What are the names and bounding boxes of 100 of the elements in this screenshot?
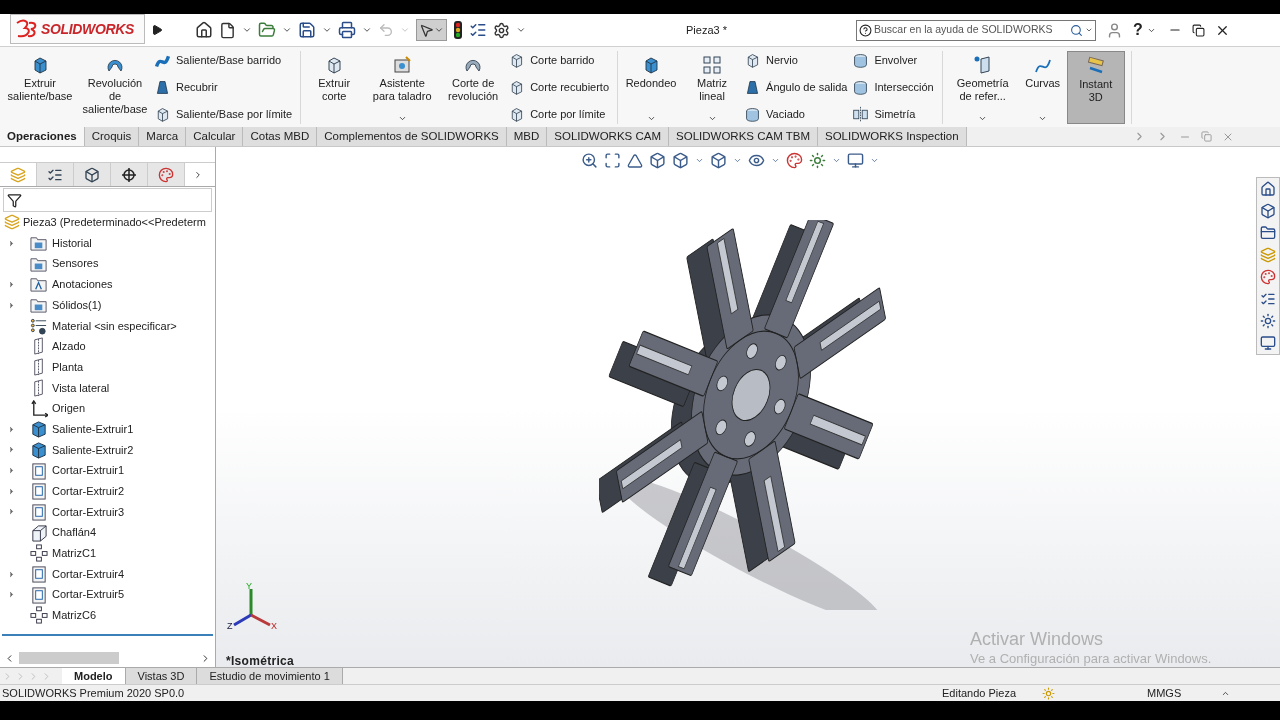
ribbon-button[interactable]: Recubrir — [154, 79, 295, 96]
tree-item[interactable]: Planta — [52, 358, 84, 376]
ribbon-button[interactable]: Saliente/Base por límite — [154, 106, 295, 123]
ribbon-button[interactable]: Saliente/Base barrido — [154, 52, 295, 69]
caret-icon[interactable] — [516, 25, 526, 35]
display-icon[interactable] — [847, 152, 864, 169]
panel-tab[interactable] — [74, 163, 111, 186]
panel-tab[interactable] — [37, 163, 74, 186]
help-button[interactable]: ? — [1133, 18, 1143, 42]
restore-icon[interactable] — [1191, 23, 1205, 37]
tree-item[interactable]: Cortar-Extruir1 — [52, 462, 125, 479]
expand-arrow-icon[interactable] — [7, 507, 16, 517]
expand-arrow-icon[interactable] — [7, 466, 16, 476]
filter-icon[interactable] — [7, 192, 22, 208]
ribbon-tab[interactable]: Operaciones — [0, 127, 85, 146]
save-icon[interactable] — [298, 21, 316, 39]
appearance-icon[interactable] — [786, 152, 803, 169]
ribbon-button[interactable]: Extruir corte — [305, 51, 364, 124]
scrollbar-thumb[interactable] — [19, 652, 119, 664]
model-tab[interactable]: Modelo — [62, 668, 126, 684]
ribbon-tab[interactable]: SOLIDWORKS CAM TBM — [669, 127, 818, 146]
properties-icon[interactable] — [1260, 291, 1276, 307]
ribbon-button[interactable]: Revolución de saliente/base — [79, 51, 151, 124]
caret-icon[interactable] — [242, 25, 252, 35]
ribbon-button[interactable]: Matriz lineal — [683, 51, 742, 124]
ribbon-tab[interactable]: Marca — [139, 127, 187, 146]
settings-icon[interactable] — [493, 21, 510, 39]
tree-item[interactable]: Historial — [52, 234, 92, 252]
zoom-icon[interactable] — [581, 152, 598, 169]
tree-item[interactable]: Saliente-Extruir2 — [52, 441, 134, 459]
ribbon-tab[interactable]: Croquis — [84, 127, 140, 146]
expand-arrow-icon[interactable] — [7, 300, 16, 310]
model-tab[interactable]: Vistas 3D — [125, 668, 198, 684]
model-tab[interactable]: Estudio de movimiento 1 — [197, 668, 343, 684]
expand-arrow-icon[interactable] — [7, 569, 16, 579]
ribbon-button[interactable]: Geometría de refer... — [946, 51, 1019, 124]
tree-item[interactable]: MatrizC6 — [52, 607, 96, 624]
expand-arrow-icon[interactable] — [7, 486, 16, 496]
caret-icon[interactable] — [322, 25, 332, 35]
ribbon-button[interactable]: Corte de revolución — [441, 51, 506, 124]
caret-icon[interactable] — [695, 156, 704, 165]
view-cube-icon[interactable] — [649, 152, 666, 169]
tree-item[interactable]: Alzado — [52, 338, 86, 355]
print-icon[interactable] — [338, 21, 356, 39]
tree-item[interactable]: Anotaciones — [52, 276, 113, 293]
scene-icon[interactable] — [809, 152, 826, 169]
ribbon-button[interactable]: Corte por límite — [508, 106, 612, 123]
ribbon-button[interactable]: Simetría — [852, 106, 936, 123]
expand-arrow-icon[interactable] — [7, 445, 16, 455]
list-icon[interactable] — [469, 21, 487, 39]
home-icon[interactable] — [195, 21, 213, 39]
ribbon-button[interactable]: Intersección — [852, 79, 936, 96]
ribbon-button[interactable]: Ángulo de salida — [744, 79, 850, 96]
folder-icon[interactable] — [1260, 225, 1276, 241]
traffic-light-icon[interactable] — [453, 21, 463, 39]
open-folder-icon[interactable] — [258, 21, 276, 39]
ribbon-button[interactable]: Corte barrido — [508, 52, 612, 69]
search-field[interactable]: Buscar en la ayuda de SOLIDWORKS — [856, 19, 1096, 41]
expand-arrow-icon[interactable] — [7, 279, 16, 289]
appearance-icon[interactable] — [1260, 269, 1276, 285]
caret-icon[interactable] — [282, 25, 292, 35]
ribbon-tab[interactable]: SOLIDWORKS Inspection — [818, 127, 967, 146]
tree-item[interactable]: Material <sin especificar> — [52, 317, 177, 335]
zoom-fit-icon[interactable] — [604, 152, 621, 169]
ribbon-button[interactable]: Corte recubierto — [508, 79, 612, 96]
ribbon-button[interactable]: Vaciado — [744, 106, 850, 123]
new-file-icon[interactable] — [219, 21, 236, 39]
ribbon-button[interactable]: Instant 3D — [1066, 51, 1125, 124]
caret-icon[interactable] — [733, 156, 742, 165]
ribbon-tab[interactable]: SOLIDWORKS CAM — [547, 127, 669, 146]
select-tool-button[interactable] — [416, 19, 447, 41]
visibility-icon[interactable] — [748, 152, 765, 169]
caret-icon[interactable] — [870, 156, 879, 165]
scroll-right-icon[interactable] — [193, 169, 203, 180]
tree-item[interactable]: Cortar-Extruir4 — [52, 565, 125, 583]
tree-item[interactable]: Sólidos(1) — [52, 296, 102, 314]
ribbon-button[interactable]: Redondeo — [622, 51, 681, 124]
caret-icon[interactable] — [832, 156, 841, 165]
ribbon-button[interactable]: Envolver — [852, 52, 936, 69]
tree-item[interactable]: Saliente-Extruir1 — [52, 420, 134, 438]
tree-item[interactable]: Cortar-Extruir3 — [52, 503, 125, 521]
ribbon-tab[interactable]: Calcular — [186, 127, 244, 146]
expand-arrow-icon[interactable] — [7, 590, 16, 600]
caret-icon[interactable] — [362, 25, 372, 35]
ribbon-tab[interactable]: Cotas MBD — [243, 127, 318, 146]
panel-tab[interactable] — [111, 163, 148, 186]
tree-item[interactable]: Cortar-Extruir2 — [52, 483, 125, 500]
caret-icon[interactable] — [771, 156, 780, 165]
ribbon-tab[interactable]: Complementos de SOLIDWORKS — [317, 127, 507, 146]
home-icon[interactable] — [1260, 181, 1276, 197]
ribbon-button[interactable]: Asistente para taladro — [366, 51, 439, 124]
tree-item[interactable]: Sensores — [52, 255, 99, 272]
tree-item[interactable]: Vista lateral — [52, 379, 110, 397]
ribbon-button[interactable]: Extruir saliente/base — [4, 51, 76, 124]
ribbon-button[interactable]: Curvas — [1021, 51, 1064, 124]
ribbon-button[interactable]: Nervio — [744, 52, 850, 69]
tree-item[interactable]: Chaflán4 — [52, 524, 97, 541]
tree-item[interactable]: Origen — [52, 400, 86, 417]
expand-arrow-icon[interactable] — [7, 424, 16, 434]
ribbon-tab[interactable]: MBD — [506, 127, 548, 146]
